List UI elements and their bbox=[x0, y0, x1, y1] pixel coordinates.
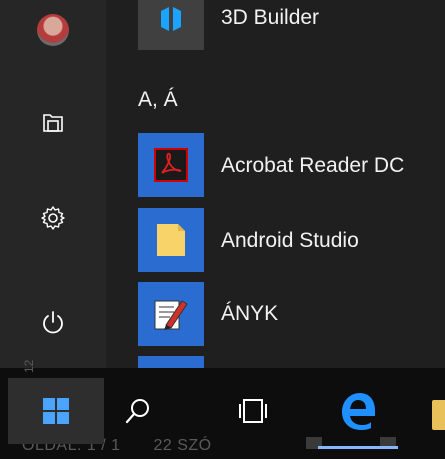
task-view-icon bbox=[239, 399, 267, 423]
start-rail bbox=[0, 0, 106, 368]
app-list: 3D Builder A, Á Acrobat Reader DC Androi… bbox=[106, 0, 445, 368]
app-3d-builder[interactable]: 3D Builder bbox=[221, 6, 319, 30]
edge-icon bbox=[342, 393, 375, 430]
documents-icon bbox=[43, 114, 63, 132]
app-acrobat-reader[interactable]: Acrobat Reader DC bbox=[221, 154, 404, 178]
search-button[interactable] bbox=[108, 378, 168, 444]
android-studio-tile[interactable] bbox=[138, 208, 204, 272]
3d-builder-tile[interactable] bbox=[138, 0, 204, 50]
task-view-button[interactable] bbox=[218, 378, 288, 444]
user-avatar bbox=[37, 14, 69, 46]
search-icon bbox=[125, 399, 149, 424]
3d-builder-icon bbox=[161, 7, 181, 31]
settings-button[interactable] bbox=[0, 188, 106, 248]
android-studio-icon bbox=[157, 224, 185, 256]
edge-active-indicator bbox=[318, 446, 398, 449]
file-explorer-partial-icon[interactable] bbox=[432, 400, 445, 430]
power-icon bbox=[43, 311, 63, 334]
settings-icon bbox=[41, 206, 65, 230]
next-app-tile-partial[interactable] bbox=[138, 356, 204, 368]
documents-button[interactable] bbox=[0, 92, 106, 152]
acrobat-reader-icon bbox=[154, 148, 188, 182]
app-anyk[interactable]: ÁNYK bbox=[221, 302, 278, 326]
user-account-button[interactable] bbox=[0, 0, 106, 60]
ghost-number: 12 bbox=[22, 359, 36, 373]
anyk-tile[interactable] bbox=[138, 282, 204, 346]
windows-logo-icon bbox=[43, 398, 69, 424]
acrobat-tile[interactable] bbox=[138, 133, 204, 197]
power-button[interactable] bbox=[0, 292, 106, 352]
edge-button[interactable] bbox=[318, 378, 398, 444]
app-android-studio[interactable]: Android Studio bbox=[221, 229, 359, 253]
section-letter-a[interactable]: A, Á bbox=[138, 88, 178, 112]
anyk-icon bbox=[154, 300, 188, 330]
start-button[interactable] bbox=[8, 378, 104, 444]
